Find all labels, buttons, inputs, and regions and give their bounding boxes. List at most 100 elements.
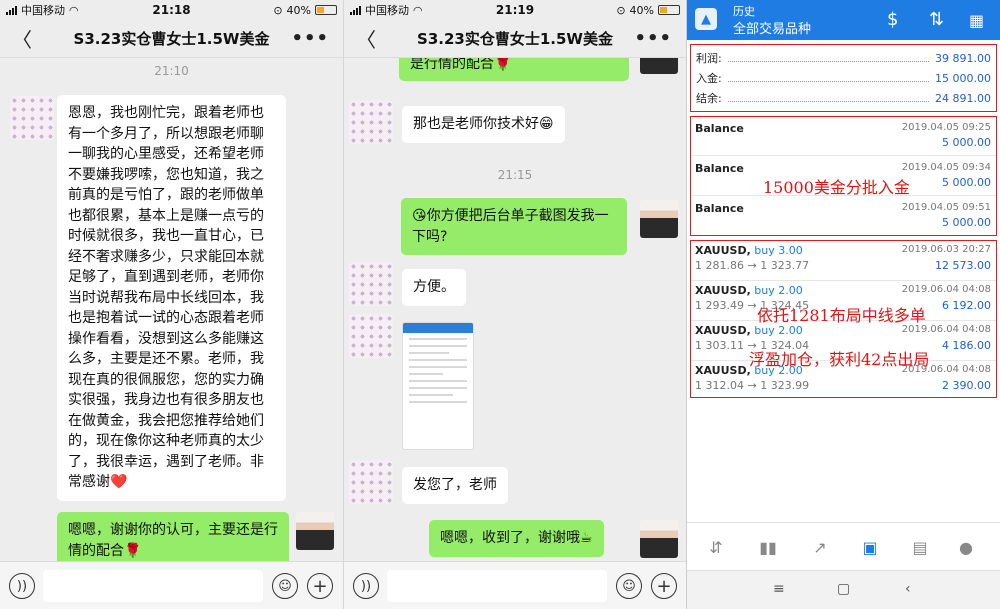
trade-row[interactable]: XAUUSD, buy 3.00 2019.06.03 20:27 1 281.…: [695, 244, 991, 278]
input-bar: )) ☺ +: [0, 561, 343, 609]
balance-label: Balance: [695, 122, 744, 135]
summary-value: 39 891.00: [935, 51, 991, 65]
status-bar: 中国移动 ◠ 21:19 ⊙ 40%: [344, 0, 686, 20]
summary-deposit: 入金: 15 000.00: [696, 70, 991, 86]
summary-label: 利润:: [696, 52, 722, 65]
battery-icon: [658, 5, 680, 15]
summary-value: 24 891.00: [935, 91, 991, 105]
annotation-deposit: 15000美金分批入金: [763, 178, 910, 197]
chat-title: S3.23实仓曹女士1.5W美金: [73, 30, 270, 48]
balance-amount: 5 000.00: [942, 176, 991, 189]
trade-profit: 4 186.00: [942, 339, 991, 352]
emoji-icon[interactable]: ☺: [616, 573, 642, 599]
message-bubble-self[interactable]: 是行情的配合🌹: [399, 58, 629, 81]
contact-avatar[interactable]: [349, 262, 393, 306]
balance-date: 2019.04.05 09:51: [901, 202, 991, 213]
message-timestamp: 21:15: [497, 168, 533, 182]
trade-symbol: XAUUSD,: [695, 284, 751, 297]
sort-icon[interactable]: ⇅: [929, 9, 944, 30]
back-icon[interactable]: 〈: [356, 24, 376, 53]
battery-icon: [315, 5, 337, 15]
chat-title: S3.23实仓曹女士1.5W美金: [417, 30, 613, 48]
currency-icon[interactable]: $: [887, 9, 898, 30]
balance-label: Balance: [695, 202, 744, 215]
balance-row[interactable]: Balance 2019.04.05 09:51 5 000.00: [695, 202, 991, 232]
balance-amount: 5 000.00: [942, 216, 991, 229]
chat-header: 〈 S3.23实仓曹女士1.5W美金 •••: [344, 20, 686, 58]
trade-side: buy 3.00: [754, 244, 803, 257]
plus-icon[interactable]: +: [307, 573, 333, 599]
contact-avatar[interactable]: [10, 96, 54, 140]
contact-avatar[interactable]: [349, 460, 393, 504]
message-list[interactable]: 21:10 恩恩，我也刚忙完，跟着老师也有一个多月了，所以想跟老师聊一聊我的心里…: [0, 58, 343, 561]
home-icon[interactable]: ▢: [837, 581, 850, 597]
chat-screen-2: 中国移动 ◠ 21:19 ⊙ 40% 〈 S3.23实仓曹女士1.5W美金 ••…: [343, 0, 686, 609]
self-avatar[interactable]: [640, 520, 678, 558]
battery-area: ⊙ 40%: [273, 4, 337, 17]
summary-value: 15 000.00: [935, 71, 991, 85]
message-input[interactable]: [387, 570, 607, 602]
calendar-icon[interactable]: ▦: [969, 11, 984, 30]
messages-icon[interactable]: ●: [953, 534, 979, 560]
battery-percent: 40%: [286, 3, 311, 17]
voice-icon[interactable]: )): [353, 573, 379, 599]
summary-profit: 利润: 39 891.00: [696, 50, 991, 66]
battery-percent: 40%: [629, 3, 654, 17]
trade-profit: 12 573.00: [935, 259, 991, 272]
app-logo-icon[interactable]: ▲: [695, 8, 717, 30]
more-icon[interactable]: •••: [634, 28, 672, 49]
self-avatar[interactable]: [640, 200, 678, 238]
contact-avatar[interactable]: [349, 100, 393, 144]
balance-label: Balance: [695, 162, 744, 175]
history-header: ▲ 历史 全部交易品种 $ ⇅ ▦: [687, 0, 1000, 40]
news-icon[interactable]: ▤: [907, 534, 933, 560]
trade-icon[interactable]: ↗: [807, 534, 833, 560]
message-bubble-self[interactable]: 嗯嗯，收到了，谢谢哦☕: [429, 520, 604, 557]
image-message[interactable]: [402, 322, 474, 450]
screenshot-collage: 中国移动 ◠ 21:18 ⊙ 40% 〈 S3.23实仓曹女士1.5W美金 ••…: [0, 0, 1000, 609]
trade-symbol: XAUUSD,: [695, 244, 751, 257]
message-input[interactable]: [43, 570, 263, 602]
balance-row[interactable]: Balance 2019.04.05 09:25 5 000.00: [695, 122, 991, 152]
balance-date: 2019.04.05 09:25: [901, 122, 991, 133]
trade-date: 2019.06.03 20:27: [901, 244, 991, 255]
status-bar: 中国移动 ◠ 21:18 ⊙ 40%: [0, 0, 343, 20]
voice-icon[interactable]: )): [9, 573, 35, 599]
summary-label: 结余:: [696, 92, 722, 105]
message-bubble[interactable]: 方便。: [402, 269, 466, 306]
symbol-filter[interactable]: 全部交易品种: [733, 18, 811, 37]
system-nav: ≡ ▢ ‹: [687, 570, 1000, 609]
lock-rotation-icon: ⊙: [616, 3, 626, 17]
emoji-icon[interactable]: ☺: [272, 573, 298, 599]
battery-area: ⊙ 40%: [616, 4, 680, 17]
history-title: 历史: [733, 5, 755, 18]
message-list[interactable]: 是行情的配合🌹 那也是老师你技术好😁 21:15 😘你方便把后台单子截图发我一下…: [344, 58, 686, 561]
trade-profit: 6 192.00: [942, 299, 991, 312]
message-bubble[interactable]: 那也是老师你技术好😁: [402, 106, 565, 143]
lock-rotation-icon: ⊙: [273, 3, 283, 17]
trade-history-screen: ▲ 历史 全部交易品种 $ ⇅ ▦ 利润: 39 891.00 入金: 15 000…: [686, 0, 1000, 609]
message-bubble-self[interactable]: 😘你方便把后台单子截图发我一下吗?: [401, 198, 627, 255]
message-bubble[interactable]: 发您了，老师: [402, 467, 508, 504]
self-avatar[interactable]: [640, 58, 678, 74]
summary-balance: 结余: 24 891.00: [696, 90, 991, 106]
menu-icon[interactable]: ≡: [773, 581, 785, 597]
chart-icon[interactable]: ▮▮: [755, 534, 781, 560]
more-icon[interactable]: •••: [291, 28, 329, 49]
back-nav-icon[interactable]: ‹: [905, 581, 911, 597]
trade-symbol: XAUUSD,: [695, 324, 751, 337]
message-bubble[interactable]: 恩恩，我也刚忙完，跟着老师也有一个多月了，所以想跟老师聊一聊我的心里感受，还希望…: [57, 95, 286, 501]
quotes-icon[interactable]: ⇵: [703, 534, 729, 560]
input-bar: )) ☺ +: [344, 561, 686, 609]
self-avatar[interactable]: [296, 512, 334, 550]
contact-avatar[interactable]: [349, 314, 393, 358]
history-icon[interactable]: ▣: [857, 534, 883, 560]
trade-date: 2019.06.04 04:08: [901, 284, 991, 295]
message-timestamp: 21:10: [154, 64, 189, 78]
chat-screen-1: 中国移动 ◠ 21:18 ⊙ 40% 〈 S3.23实仓曹女士1.5W美金 ••…: [0, 0, 343, 609]
message-bubble-self[interactable]: 嗯嗯，谢谢你的认可，主要还是行情的配合🌹: [57, 512, 289, 561]
chat-header: 〈 S3.23实仓曹女士1.5W美金 •••: [0, 20, 343, 58]
back-icon[interactable]: 〈: [12, 24, 32, 53]
trade-side: buy 2.00: [754, 284, 803, 297]
plus-icon[interactable]: +: [651, 573, 677, 599]
